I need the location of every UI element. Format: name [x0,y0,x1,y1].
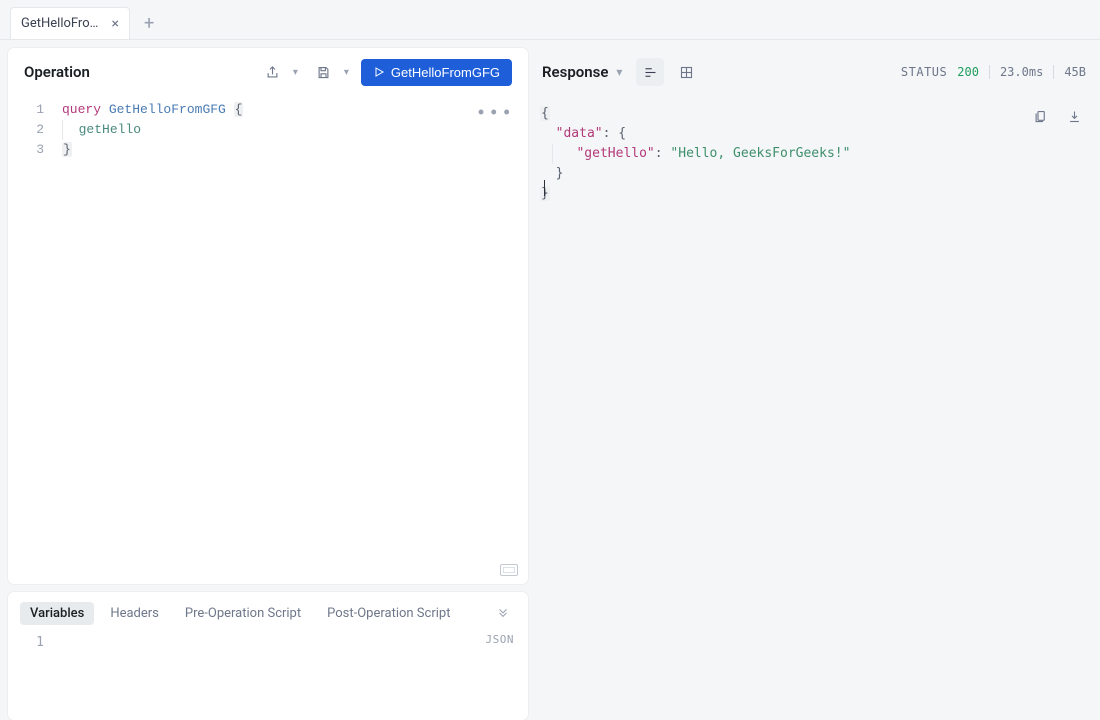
right-pane: Response ▾ STATUS 200 23.0ms 45B { "data… [528,40,1100,720]
token-punct: } [556,166,564,181]
response-title: Response [542,63,608,81]
token-punct: : { [603,126,626,141]
chevron-down-icon[interactable]: ▾ [344,67,349,78]
token-op-name: GetHelloFromGFG [109,102,226,117]
response-body[interactable]: { "data": { "getHello": "Hello, GeeksFor… [536,96,1092,720]
separator [989,65,990,79]
tab-post-script[interactable]: Post-Operation Script [317,602,460,625]
editor-gutter: 123 [8,96,54,584]
copy-icon[interactable] [1026,102,1054,130]
response-status: STATUS 200 23.0ms 45B [901,65,1086,79]
more-icon[interactable]: ••• [476,104,514,124]
cursor-caret [544,180,545,196]
main-split: Operation ▾ ▾ GetHelloFromGFG 123 [0,40,1100,720]
chevron-down-icon[interactable]: ▾ [616,65,622,79]
response-size: 45B [1064,65,1086,79]
separator [1053,65,1054,79]
close-icon[interactable]: × [112,17,119,31]
run-operation-button[interactable]: GetHelloFromGFG [361,59,512,86]
save-icon[interactable] [310,58,338,86]
editor-code[interactable]: query GetHelloFromGFG { getHello } ••• [54,96,528,584]
view-table-icon[interactable] [672,58,700,86]
token-key: "getHello" [576,146,654,161]
token-punct: : [655,146,671,161]
token-brace: { [540,106,550,121]
token-key: "data" [556,126,603,141]
query-editor[interactable]: 123 query GetHelloFromGFG { getHello } •… [8,96,528,584]
token-brace: { [234,102,244,117]
token-brace: } [62,142,72,157]
operation-panel: Operation ▾ ▾ GetHelloFromGFG 123 [8,48,528,584]
run-button-label: GetHelloFromGFG [391,65,500,80]
play-icon [373,66,385,78]
left-pane: Operation ▾ ▾ GetHelloFromGFG 123 [0,40,528,720]
tab-label: GetHelloFro… [21,16,104,31]
tabs-bar: GetHelloFro… × + [0,0,1100,40]
variables-panel: Variables Headers Pre-Operation Script P… [8,592,528,720]
status-label: STATUS [901,65,947,79]
token-string: "Hello, GeeksForGeeks!" [670,146,850,161]
operation-header: Operation ▾ ▾ GetHelloFromGFG [8,48,528,96]
tab-pre-script[interactable]: Pre-Operation Script [175,602,311,625]
response-actions [1026,102,1088,130]
response-header: Response ▾ STATUS 200 23.0ms 45B [536,48,1092,96]
status-code: 200 [957,65,979,79]
operation-title: Operation [24,63,90,81]
variables-editor[interactable]: 1 JSON [8,631,528,720]
format-badge[interactable]: JSON [486,633,515,646]
response-time: 23.0ms [1000,65,1043,79]
tab-headers[interactable]: Headers [100,602,169,625]
token-keyword: query [62,102,101,117]
collapse-icon[interactable] [490,605,516,623]
response-json: { "data": { "getHello": "Hello, GeeksFor… [536,100,1092,720]
tab-operation[interactable]: GetHelloFro… × [10,7,130,39]
view-json-icon[interactable] [636,58,664,86]
chevron-down-icon[interactable]: ▾ [293,67,298,78]
variables-tabs: Variables Headers Pre-Operation Script P… [8,592,528,631]
download-icon[interactable] [1060,102,1088,130]
share-icon[interactable] [259,58,287,86]
token-field: getHello [79,122,141,137]
new-tab-button[interactable]: + [134,9,164,39]
tab-variables[interactable]: Variables [20,602,94,625]
keyboard-icon[interactable] [500,564,518,576]
variables-gutter: 1 [8,631,54,720]
